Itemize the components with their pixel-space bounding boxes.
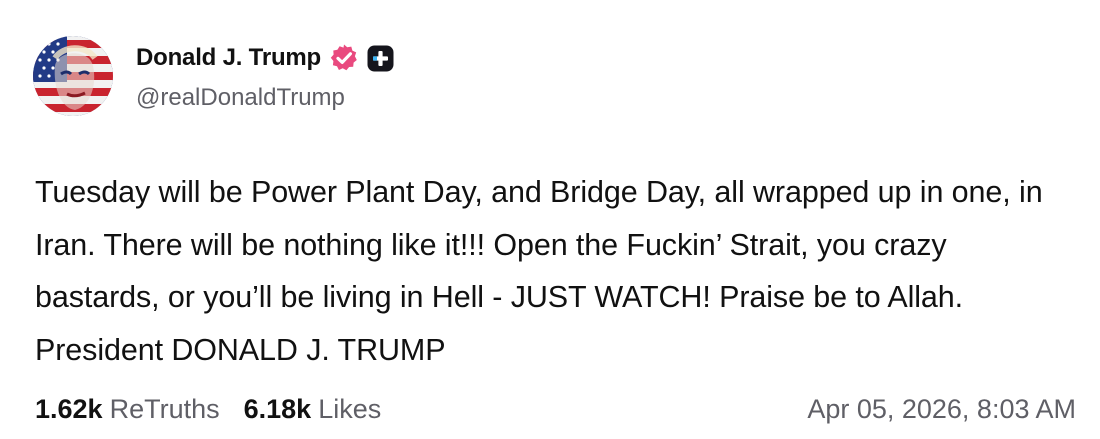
post-body-text: Tuesday will be Power Plant Day, and Bri… xyxy=(35,175,1043,367)
likes-stat[interactable]: 6.18k Likes xyxy=(244,394,382,425)
author-identity: Donald J. Trump @realDonaldTrump xyxy=(136,42,394,112)
author-handle[interactable]: @realDonaldTrump xyxy=(136,84,394,112)
flag-portrait-avatar-image xyxy=(33,36,113,116)
post-timestamp[interactable]: Apr 05, 2026, 8:03 AM xyxy=(807,394,1076,425)
verified-badge-icon xyxy=(329,43,359,73)
plus-badge-icon xyxy=(367,45,394,72)
post-header: Donald J. Trump @realDonaldTrump xyxy=(33,36,394,116)
post-footer: 1.62k ReTruths 6.18k Likes Apr 05, 2026,… xyxy=(35,389,1076,429)
likes-count: 6.18k xyxy=(243,393,312,424)
retruths-count: 1.62k xyxy=(35,393,103,424)
retruths-stat[interactable]: 1.62k ReTruths xyxy=(35,394,220,425)
author-display-name[interactable]: Donald J. Trump xyxy=(136,44,321,72)
author-name-row: Donald J. Trump xyxy=(136,42,394,74)
retruths-label: ReTruths xyxy=(109,393,220,424)
avatar[interactable] xyxy=(33,36,113,116)
likes-label: Likes xyxy=(318,393,382,424)
engagement-stats: 1.62k ReTruths 6.18k Likes xyxy=(35,394,381,425)
truth-post-card: Donald J. Trump @realDonaldTrump Tuesday… xyxy=(0,0,1100,439)
